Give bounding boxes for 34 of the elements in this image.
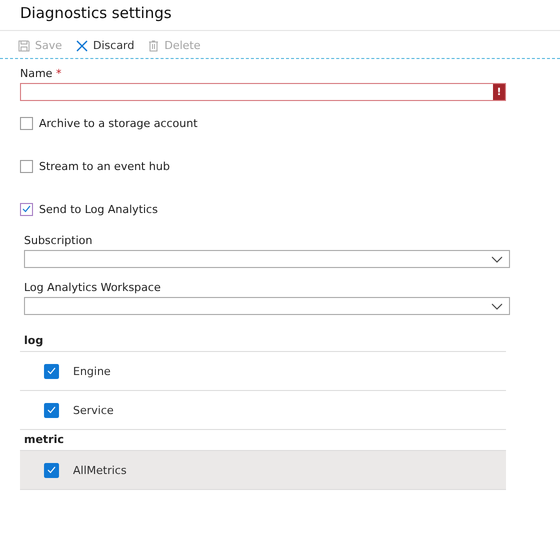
category-label: Engine	[73, 364, 111, 378]
category-label: Service	[73, 404, 114, 416]
field-label: Log Analytics Workspace	[24, 281, 162, 294]
chevron-down-icon	[491, 302, 503, 310]
close-icon	[76, 40, 88, 52]
checkbox[interactable]	[44, 462, 59, 478]
dropdown[interactable]	[24, 250, 510, 268]
check-icon	[22, 205, 31, 213]
checkbox[interactable]	[44, 364, 59, 378]
checkbox[interactable]	[20, 160, 33, 172]
save-icon	[18, 40, 30, 52]
field-label: Subscription	[24, 234, 94, 247]
category-row[interactable]: Service	[20, 391, 506, 430]
category-row[interactable]: Engine	[20, 352, 506, 391]
name-field[interactable]: !	[20, 83, 506, 101]
check-icon	[47, 367, 56, 375]
page-title: Diagnostics settings	[0, 0, 560, 31]
checkbox-label: Archive to a storage account	[39, 116, 198, 130]
discard-button[interactable]: Discard	[76, 39, 134, 52]
checkbox[interactable]	[20, 116, 33, 130]
checkbox-label: Stream to an event hub	[39, 160, 170, 172]
error-badge: !	[493, 84, 505, 100]
chevron-down-icon	[491, 256, 503, 262]
section-heading: log	[20, 331, 506, 352]
checkbox[interactable]	[44, 402, 59, 418]
checkbox-label: Send to Log Analytics	[39, 202, 158, 216]
check-icon	[47, 466, 56, 474]
category-label: AllMetrics	[73, 464, 127, 476]
dropdown[interactable]	[24, 297, 510, 315]
category-row[interactable]: AllMetrics	[20, 451, 506, 490]
field-label: Name *	[20, 67, 62, 80]
check-icon	[47, 406, 56, 414]
trash-icon	[148, 40, 160, 52]
checkbox[interactable]	[20, 202, 33, 216]
